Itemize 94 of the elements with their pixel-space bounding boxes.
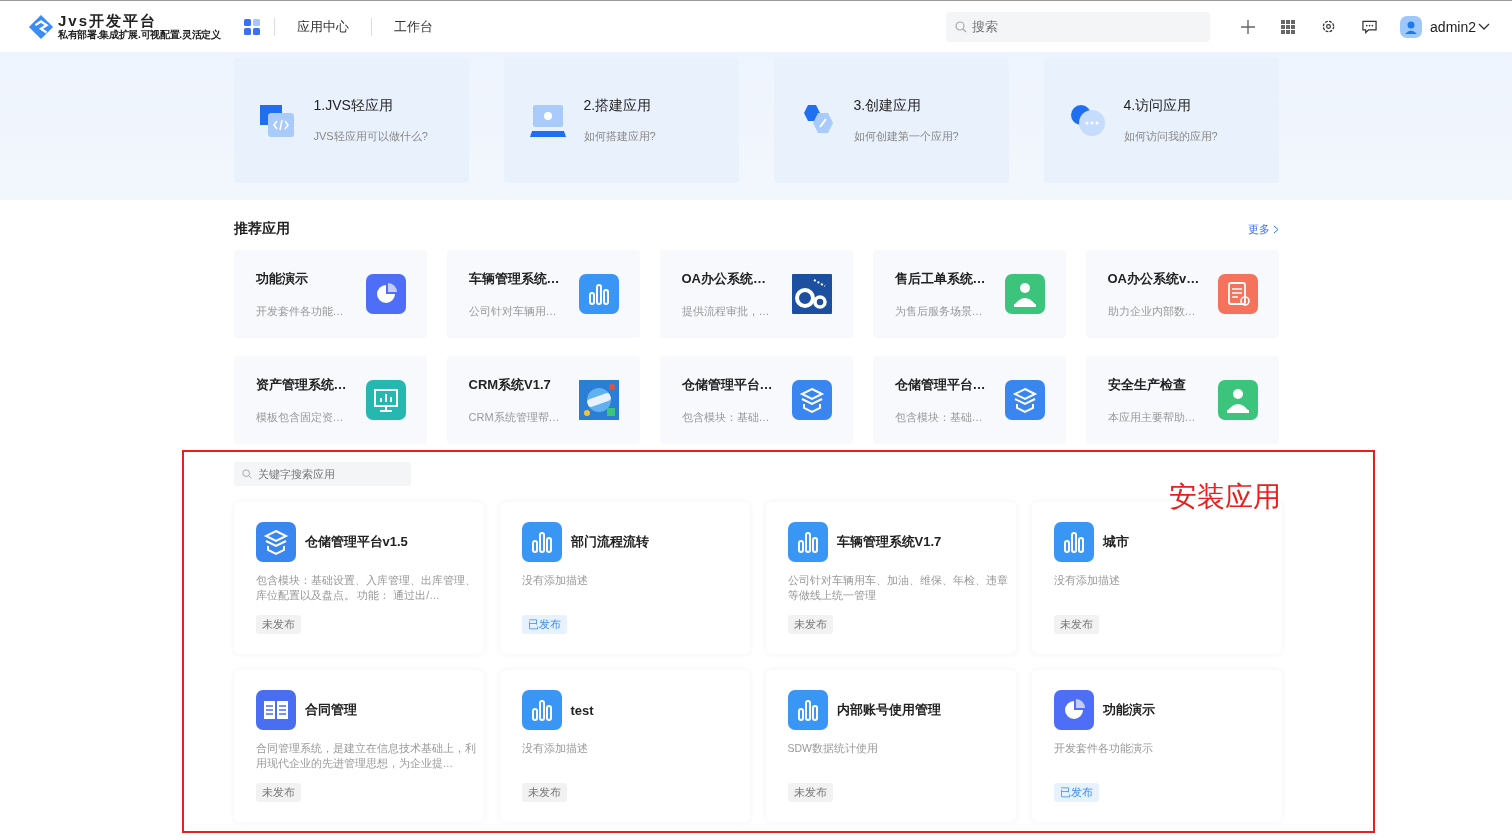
app-name: 城市: [1102, 533, 1129, 551]
app-description: 为售后服务场景…: [894, 303, 984, 319]
app-card[interactable]: 仓储管理平台… 包含模块：基础…: [872, 356, 1066, 444]
status-tag: 未发布: [787, 783, 833, 802]
guide-description: JVS轻应用可以做什么?: [313, 129, 428, 144]
status-tag: 未发布: [1053, 615, 1099, 634]
app-name: 部门流程流转: [570, 533, 649, 551]
app-name: 合同管理: [304, 701, 357, 719]
app-card[interactable]: 仓储管理平台v1.5 包含模块：基础设置、入库管理、出库管理、库位配置以及盘点。 功能： 通过出/… 未发布: [233, 502, 484, 654]
app-name: 安全生产检查: [1107, 375, 1187, 394]
guide-card[interactable]: 1.JVS轻应用 JVS轻应用可以做什么?: [233, 58, 469, 183]
app-name: 仓储管理平台…: [681, 375, 773, 394]
app-name: 售后工单系统…: [894, 269, 986, 288]
app-description: 没有添加描述: [521, 741, 589, 756]
guide-card[interactable]: 4.访问应用 如何访问我的应用?: [1043, 58, 1279, 183]
status-tag: 未发布: [255, 783, 301, 802]
app-name: 功能演示: [255, 269, 309, 288]
app-card[interactable]: CRM系统V1.7 CRM系统管理帮…: [446, 356, 640, 444]
app-name: 仓储管理平台v1.5: [304, 533, 408, 551]
guide-card[interactable]: 2.搭建应用 如何搭建应用?: [503, 58, 739, 183]
status-tag: 未发布: [255, 615, 301, 634]
logo-icon: [28, 13, 54, 40]
logo-title: Jvs开发平台: [58, 12, 158, 29]
app-card[interactable]: 售后工单系统… 为售后服务场景…: [872, 250, 1066, 338]
app-description: SDW数据统计使用: [787, 741, 879, 756]
app-card[interactable]: test 没有添加描述 未发布: [499, 670, 750, 822]
guide-description: 如何搭建应用?: [583, 129, 656, 144]
app-name: test: [570, 702, 594, 718]
app-description: 没有添加描述: [1053, 573, 1121, 588]
app-card[interactable]: 车辆管理系统… 公司针对车辆用…: [446, 250, 640, 338]
annotation-label: 安装应用: [1168, 480, 1281, 514]
app-card[interactable]: 功能演示 开发套件各功能演示 已发布: [1031, 670, 1282, 822]
app-description: 模板包含固定资…: [255, 409, 345, 425]
app-description: 包含模块：基础…: [681, 409, 771, 425]
app-card[interactable]: 合同管理 合同管理系统，是建立在信息技术基础上，利用现代企业的先进管理思想，为企业提… 未发布: [233, 670, 484, 822]
app-description: 本应用主要帮助…: [1107, 409, 1196, 425]
app-card[interactable]: 功能演示 开发套件各功能…: [233, 250, 427, 338]
app-description: 没有添加描述: [521, 573, 589, 588]
guide-description: 如何创建第一个应用?: [853, 129, 959, 144]
guide-title: 4.访问应用: [1123, 97, 1193, 115]
app-description: 合同管理系统，是建立在信息技术基础上，利用现代企业的先进管理思想，为企业提…: [255, 741, 476, 771]
app-name: OA办公系统…: [681, 269, 767, 288]
app-card[interactable]: 安全生产检查 本应用主要帮助…: [1085, 356, 1279, 444]
grid-icon[interactable]: [244, 18, 260, 35]
guide-description: 如何访问我的应用?: [1123, 129, 1218, 144]
app-description: 包含模块：基础…: [894, 409, 984, 425]
app-name: 车辆管理系统V1.7: [836, 533, 942, 551]
guide-card[interactable]: 3.创建应用 如何创建第一个应用?: [773, 58, 1009, 183]
guide-title: 1.JVS轻应用: [313, 97, 394, 115]
app-card[interactable]: 部门流程流转 没有添加描述 已发布: [499, 502, 750, 654]
settings-icon[interactable]: [1321, 19, 1337, 34]
app-card[interactable]: 车辆管理系统V1.7 公司针对车辆用车、加油、维保、年检、违章等做线上统一管理 未发布: [765, 502, 1016, 654]
app-card[interactable]: 资产管理系统… 模板包含固定资…: [233, 356, 427, 444]
app-card[interactable]: 仓储管理平台… 包含模块：基础…: [659, 356, 853, 444]
search-icon: [955, 20, 968, 33]
app-name: 功能演示: [1102, 701, 1155, 719]
app-description: 提供流程审批，…: [681, 303, 770, 319]
status-tag: 未发布: [521, 783, 567, 802]
app-description: 助力企业内部数…: [1107, 303, 1197, 319]
guide-title: 2.搭建应用: [583, 97, 653, 115]
app-name: 资产管理系统…: [255, 375, 347, 394]
status-tag: 已发布: [521, 615, 567, 634]
app-card[interactable]: 内部账号使用管理 SDW数据统计使用 未发布: [765, 670, 1016, 822]
app-description: 包含模块：基础设置、入库管理、出库管理、库位配置以及盘点。 功能： 通过出/…: [255, 573, 476, 603]
section-title: 推荐应用: [233, 220, 290, 238]
logo-tagline: 私有部署.集成扩展.可视配置.灵活定义: [58, 29, 221, 41]
chevron-right-icon[interactable]: [1272, 224, 1279, 234]
search-icon: [241, 469, 252, 479]
status-tag: 已发布: [1053, 783, 1099, 802]
avatar-icon[interactable]: [1400, 15, 1423, 38]
plus-icon[interactable]: [1241, 19, 1256, 34]
app-description: CRM系统管理帮…: [468, 409, 560, 425]
app-card[interactable]: OA办公系统v… 助力企业内部数…: [1085, 250, 1279, 338]
status-tag: 未发布: [787, 615, 833, 634]
app-name: 内部账号使用管理: [836, 701, 941, 719]
nav-tab[interactable]: 应用中心: [297, 17, 349, 36]
app-name: 车辆管理系统…: [468, 269, 560, 288]
guide-title: 3.创建应用: [853, 97, 923, 115]
user-name[interactable]: admin2: [1430, 18, 1476, 35]
app-name: CRM系统V1.7: [468, 375, 552, 394]
search-field[interactable]: 搜索: [946, 11, 1211, 42]
app-description: 开发套件各功能…: [255, 303, 344, 319]
app-description: 公司针对车辆用…: [468, 303, 558, 319]
app-name: 仓储管理平台…: [894, 375, 986, 394]
more-link[interactable]: 更多: [1247, 221, 1270, 237]
app-card[interactable]: OA办公系统… 提供流程审批，…: [659, 250, 853, 338]
app-description: 公司针对车辆用车、加油、维保、年检、违章等做线上统一管理: [787, 573, 1008, 603]
app-description: 开发套件各功能演示: [1053, 741, 1154, 756]
app-search-field[interactable]: 关键字搜索应用: [233, 462, 411, 486]
nav-tab[interactable]: 工作台: [394, 17, 433, 36]
app-name: OA办公系统v…: [1107, 269, 1200, 288]
apps-grid-icon[interactable]: [1281, 19, 1296, 34]
message-icon[interactable]: [1362, 19, 1378, 34]
chevron-down-icon[interactable]: [1478, 22, 1490, 31]
